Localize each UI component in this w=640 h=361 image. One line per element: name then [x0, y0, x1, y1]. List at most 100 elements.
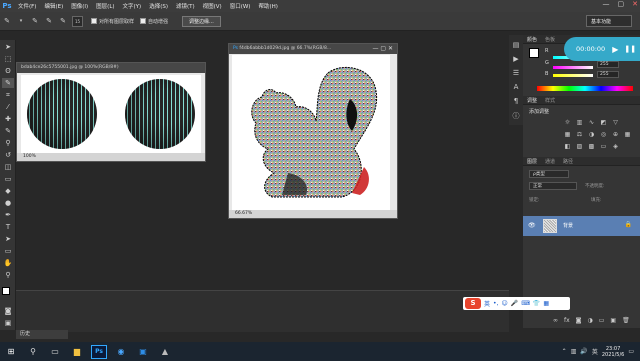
document-title-2[interactable]: Ps f4db6abbb1d029d.jpg @ 66.7%(RGB/8... …: [229, 44, 397, 54]
chevron-up-icon[interactable]: ⌃: [562, 348, 567, 355]
screen-mode-icon[interactable]: ▣: [2, 318, 14, 328]
hand-tool-icon[interactable]: ✋: [2, 258, 14, 268]
lock-icon[interactable]: 🔒: [625, 221, 632, 228]
play-icon[interactable]: ▶: [612, 45, 618, 54]
menu-image[interactable]: 图像(I): [67, 2, 92, 10]
ime-mode-label[interactable]: 英: [484, 299, 490, 308]
foreground-color-swatch[interactable]: [2, 287, 10, 295]
keyboard-icon[interactable]: ⌨: [521, 300, 530, 307]
curves-icon[interactable]: ∿: [587, 119, 596, 127]
volume-icon[interactable]: 🔊: [580, 348, 587, 355]
maximize-button[interactable]: ▢: [618, 0, 625, 8]
document-canvas-2[interactable]: [232, 55, 390, 210]
dropdown-arrow-icon[interactable]: ▾: [16, 16, 26, 26]
quick-mask-icon[interactable]: ◙: [2, 306, 14, 316]
path-selection-icon[interactable]: ➤: [2, 234, 14, 244]
pause-icon[interactable]: ❚❚: [624, 45, 636, 53]
character-panel-icon[interactable]: A: [511, 83, 521, 93]
history-panel-icon[interactable]: ▤: [511, 41, 521, 51]
color-fg-swatch[interactable]: [529, 48, 539, 58]
type-tool-icon[interactable]: T: [2, 222, 14, 232]
microphone-icon[interactable]: 🎤: [511, 300, 518, 307]
zoom-tool-icon[interactable]: ⚲: [2, 270, 14, 280]
info-panel-icon[interactable]: ⓘ: [511, 111, 521, 121]
invert-icon[interactable]: ◧: [563, 143, 572, 151]
trash-icon[interactable]: 🗑: [622, 317, 630, 325]
marquee-tool-icon[interactable]: ⬚: [2, 54, 14, 64]
tab-color[interactable]: 颜色: [523, 36, 541, 43]
eraser-tool-icon[interactable]: ◫: [2, 162, 14, 172]
toolbox-icon[interactable]: ▦: [543, 300, 549, 307]
subtract-selection-icon[interactable]: ✎: [58, 16, 68, 26]
minimize-button[interactable]: —: [603, 0, 610, 8]
layer-name[interactable]: 背景: [563, 222, 573, 229]
crop-tool-icon[interactable]: ⌗: [2, 90, 14, 100]
shape-tool-icon[interactable]: ▭: [2, 246, 14, 256]
app-icon-dark[interactable]: ▲: [157, 345, 173, 359]
fx-icon[interactable]: fx: [564, 317, 570, 325]
vibrance-icon[interactable]: ▽: [611, 119, 620, 127]
file-explorer-icon[interactable]: ▆: [69, 345, 85, 359]
channel-g-slider[interactable]: [553, 66, 593, 69]
app-icon-blue[interactable]: ▣: [135, 345, 151, 359]
threshold-icon[interactable]: ▩: [587, 143, 596, 151]
document-window-1[interactable]: bdab4ce26c5755001.jpg @ 100%(RGB/8#) 100…: [16, 62, 206, 162]
hue-saturation-icon[interactable]: ▦: [563, 131, 572, 139]
layer-row-background[interactable]: 👁 背景 🔒: [523, 216, 640, 236]
punctuation-icon[interactable]: •,: [493, 300, 498, 307]
paragraph-panel-icon[interactable]: ¶: [511, 97, 521, 107]
lasso-tool-icon[interactable]: ʘ: [2, 66, 14, 76]
adjustment-layer-icon[interactable]: ◑: [588, 317, 593, 325]
task-view-icon[interactable]: ▭: [47, 345, 63, 359]
new-layer-icon[interactable]: ▣: [610, 317, 616, 325]
gradient-map-icon[interactable]: ▭: [599, 143, 608, 151]
color-spectrum-bar[interactable]: [537, 86, 633, 91]
actions-panel-icon[interactable]: ▶: [511, 55, 521, 65]
browser-icon[interactable]: ◉: [113, 345, 129, 359]
move-tool-icon[interactable]: ➤: [2, 42, 14, 52]
emoji-icon[interactable]: ☺: [501, 300, 507, 307]
eyedropper-tool-icon[interactable]: ⁄: [2, 102, 14, 112]
add-selection-icon[interactable]: ✎: [44, 16, 54, 26]
exposure-icon[interactable]: ◩: [599, 119, 608, 127]
gradient-tool-icon[interactable]: ▭: [2, 174, 14, 184]
brush-tool-icon[interactable]: ✎: [2, 126, 14, 136]
auto-enhance-checkbox[interactable]: [140, 18, 147, 24]
photoshop-taskbar-icon[interactable]: Ps: [91, 344, 107, 359]
group-icon[interactable]: ▭: [599, 317, 605, 325]
menu-view[interactable]: 视图(V): [199, 2, 226, 10]
menu-filter[interactable]: 滤镜(T): [172, 2, 199, 10]
tab-paths[interactable]: 路径: [559, 158, 577, 165]
tab-styles[interactable]: 样式: [541, 97, 559, 104]
menu-edit[interactable]: 编辑(E): [40, 2, 67, 10]
document-canvas-1[interactable]: [21, 75, 201, 155]
quick-selection-tool-icon[interactable]: ✎: [2, 78, 14, 88]
brush-size-picker[interactable]: 15: [72, 15, 83, 27]
mask-icon[interactable]: ◙: [576, 317, 582, 325]
ime-toolbar[interactable]: S 英 •, ☺ 🎤 ⌨ 👕 ▦: [463, 297, 570, 310]
sogou-logo-icon[interactable]: S: [465, 298, 481, 309]
link-icon[interactable]: ∞: [553, 317, 558, 325]
photo-filter-icon[interactable]: ◎: [599, 131, 608, 139]
sample-all-layers-checkbox[interactable]: [91, 18, 97, 24]
dodge-tool-icon[interactable]: ●: [2, 198, 14, 208]
workspace-select[interactable]: 基本功能: [586, 15, 632, 27]
pen-tool-icon[interactable]: ✒: [2, 210, 14, 220]
history-tab[interactable]: 历史: [16, 330, 68, 339]
tab-adjustments[interactable]: 调整: [523, 97, 541, 104]
windows-start-icon[interactable]: ⊞: [3, 345, 19, 359]
tab-swatches[interactable]: 色板: [541, 36, 559, 43]
menu-file[interactable]: 文件(F): [14, 2, 40, 10]
tab-channels[interactable]: 通道: [541, 158, 559, 165]
search-icon[interactable]: ⚲: [25, 345, 41, 359]
document-title-1[interactable]: bdab4ce26c5755001.jpg @ 100%(RGB/8#): [17, 63, 205, 73]
blend-mode-select[interactable]: 正常: [529, 182, 577, 190]
refine-edge-button[interactable]: 调整边缘...: [182, 15, 221, 27]
menu-select[interactable]: 选择(S): [145, 2, 172, 10]
color-balance-icon[interactable]: ⚖: [575, 131, 584, 139]
color-lookup-icon[interactable]: ▦: [623, 131, 632, 139]
doc-window-controls[interactable]: — ▢ ✕: [372, 44, 393, 54]
document-window-2[interactable]: Ps f4db6abbb1d029d.jpg @ 66.7%(RGB/8... …: [228, 43, 398, 219]
channel-b-value[interactable]: 255: [597, 71, 619, 78]
menu-type[interactable]: 文字(Y): [119, 2, 146, 10]
